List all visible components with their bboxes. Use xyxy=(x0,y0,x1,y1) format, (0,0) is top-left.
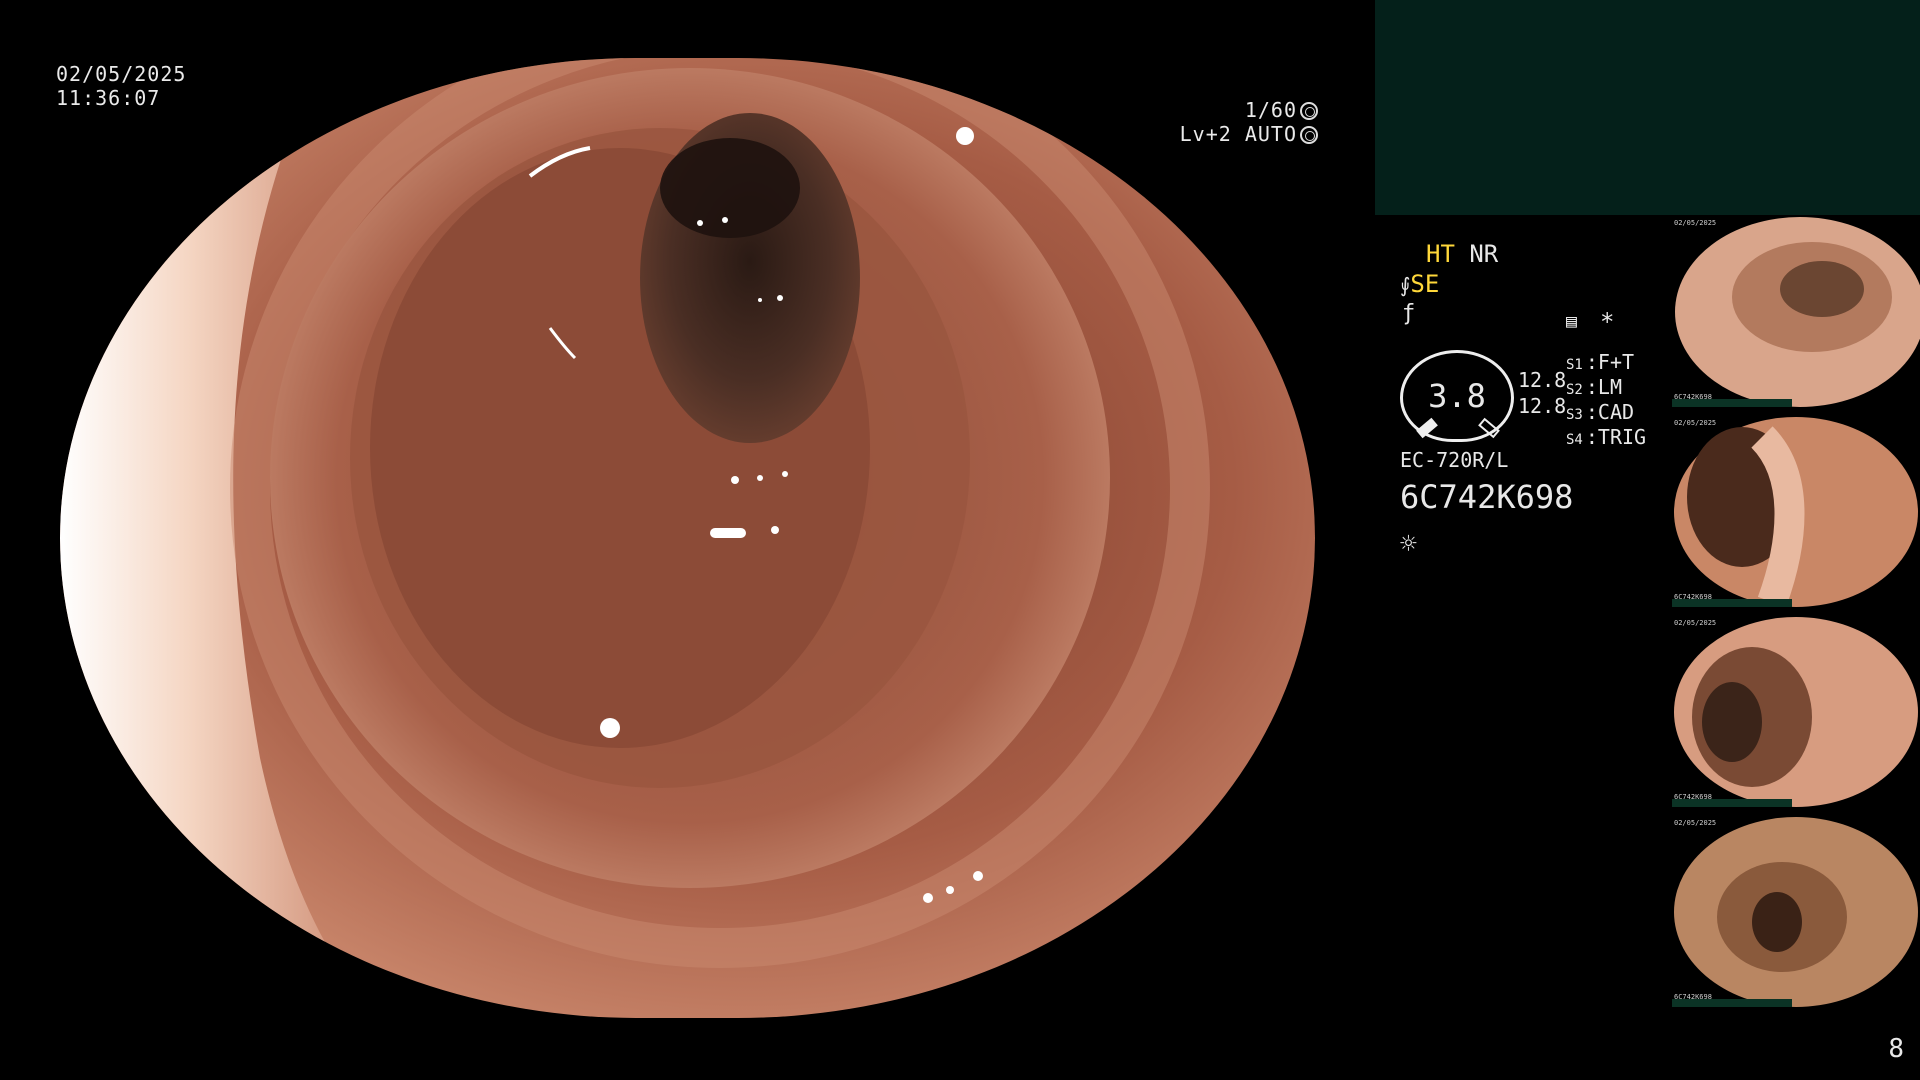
endoscope-main-view xyxy=(60,58,1315,1018)
switch-s1: S1:F+T xyxy=(1566,350,1635,374)
zoom-dial: 3.8 xyxy=(1400,350,1514,442)
exposure-mode: AUTO xyxy=(1244,122,1297,146)
date-text: 02/05/2025 xyxy=(56,62,187,86)
switch-s2: S2:LM xyxy=(1566,375,1622,399)
page-number: 8 xyxy=(1888,1034,1904,1064)
scope-serial: 6C742K698 xyxy=(1400,478,1574,516)
value-top: 12.8 xyxy=(1518,368,1567,392)
capture-thumbnail-4[interactable]: 02/05/2025 6C742K698 xyxy=(1672,817,1920,1007)
switch-s4: S4:TRIG xyxy=(1566,425,1647,449)
capture-thumbnail-3[interactable]: 02/05/2025 6C742K698 xyxy=(1672,617,1920,807)
value-bottom: 12.8 xyxy=(1518,394,1567,418)
scope-bend-icon: ⨚ xyxy=(1400,273,1411,297)
asterisk-indicator: * xyxy=(1600,308,1615,336)
status-panel: HT NR ⨚SE ƒ ▤ * 3.8 12.8 12.8 S1:F+T S2:… xyxy=(1400,240,1670,800)
shutter-speed: 1/60 xyxy=(1244,98,1297,122)
ht-indicator: HT xyxy=(1426,240,1455,268)
light-icon: ☼ xyxy=(1400,527,1417,560)
level-text: Lv+2 xyxy=(1179,122,1232,146)
nr-indicator: NR xyxy=(1469,240,1499,268)
dial-marker-left xyxy=(1416,417,1438,439)
colon-lumen-image xyxy=(60,58,1315,1018)
se-indicator: SE xyxy=(1410,270,1440,298)
date-time-overlay: 02/05/2025 11:36:07 xyxy=(56,62,186,110)
switch-s3: S3:CAD xyxy=(1566,400,1635,424)
freeze-icon: ƒ xyxy=(1402,301,1416,326)
capture-thumbnail-1[interactable]: 02/05/2025 6C742K698 xyxy=(1672,217,1920,407)
exposure-overlay: 1/60 Lv+2 AUTO xyxy=(1180,98,1318,146)
preview-panel xyxy=(1375,0,1920,215)
dial-marker-right xyxy=(1478,417,1500,439)
scope-model: EC-720R/L xyxy=(1400,448,1509,472)
capture-thumbnail-2[interactable]: 02/05/2025 6C742K698 xyxy=(1672,417,1920,607)
zoom-value: 3.8 xyxy=(1428,377,1486,415)
shutter-icon xyxy=(1300,102,1318,120)
auto-exposure-icon xyxy=(1300,126,1318,144)
memory-icon: ▤ xyxy=(1566,311,1577,332)
time-text: 11:36:07 xyxy=(56,86,161,110)
